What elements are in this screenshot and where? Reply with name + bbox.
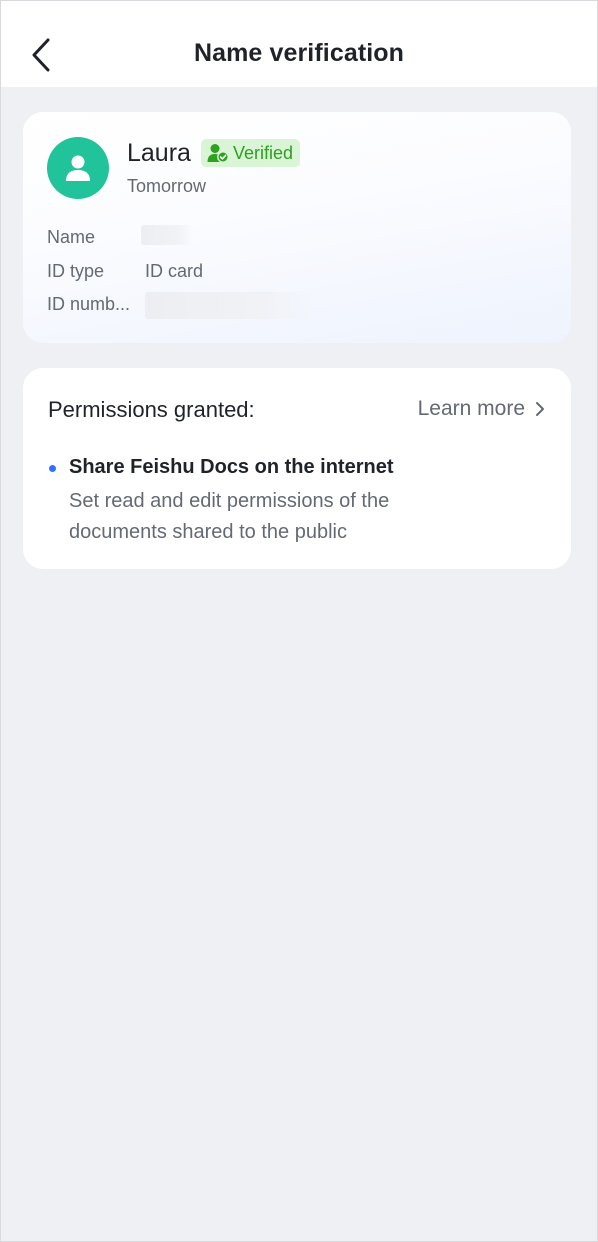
permission-item-title: Share Feishu Docs on the internet [69, 456, 394, 478]
permission-item-description: Set read and edit permissions of the doc… [69, 490, 390, 543]
bullet-dot [49, 465, 56, 472]
learn-more-label: Learn more [417, 397, 525, 420]
page-title: Name verification [193, 39, 405, 67]
id-number-value-masked [145, 292, 315, 319]
permissions-card: Permissions granted: Learn more Share Fe… [23, 368, 571, 569]
user-icon [66, 155, 90, 181]
id-type-value: ID card [145, 261, 204, 281]
permissions-title: Permissions granted: [48, 397, 255, 422]
app-screen: Name verification Laura Verified Tomorro… [0, 0, 598, 1242]
verified-badge: Verified [201, 139, 301, 167]
navigation-bar: Name verification [1, 1, 597, 87]
verified-user-icon [207, 144, 229, 163]
user-name: Laura [127, 139, 191, 167]
chevron-right-icon [536, 402, 544, 416]
identity-card: Laura Verified Tomorrow Name ID type ID … [23, 112, 571, 343]
verified-label: Verified [233, 142, 294, 163]
learn-more-link[interactable]: Learn more [418, 397, 545, 421]
id-number-label: ID numb... [47, 294, 131, 314]
user-subtitle: Tomorrow [127, 176, 207, 196]
name-value-masked [141, 225, 193, 245]
name-label: Name [47, 227, 96, 247]
id-type-label: ID type [47, 261, 105, 281]
avatar [47, 137, 109, 199]
